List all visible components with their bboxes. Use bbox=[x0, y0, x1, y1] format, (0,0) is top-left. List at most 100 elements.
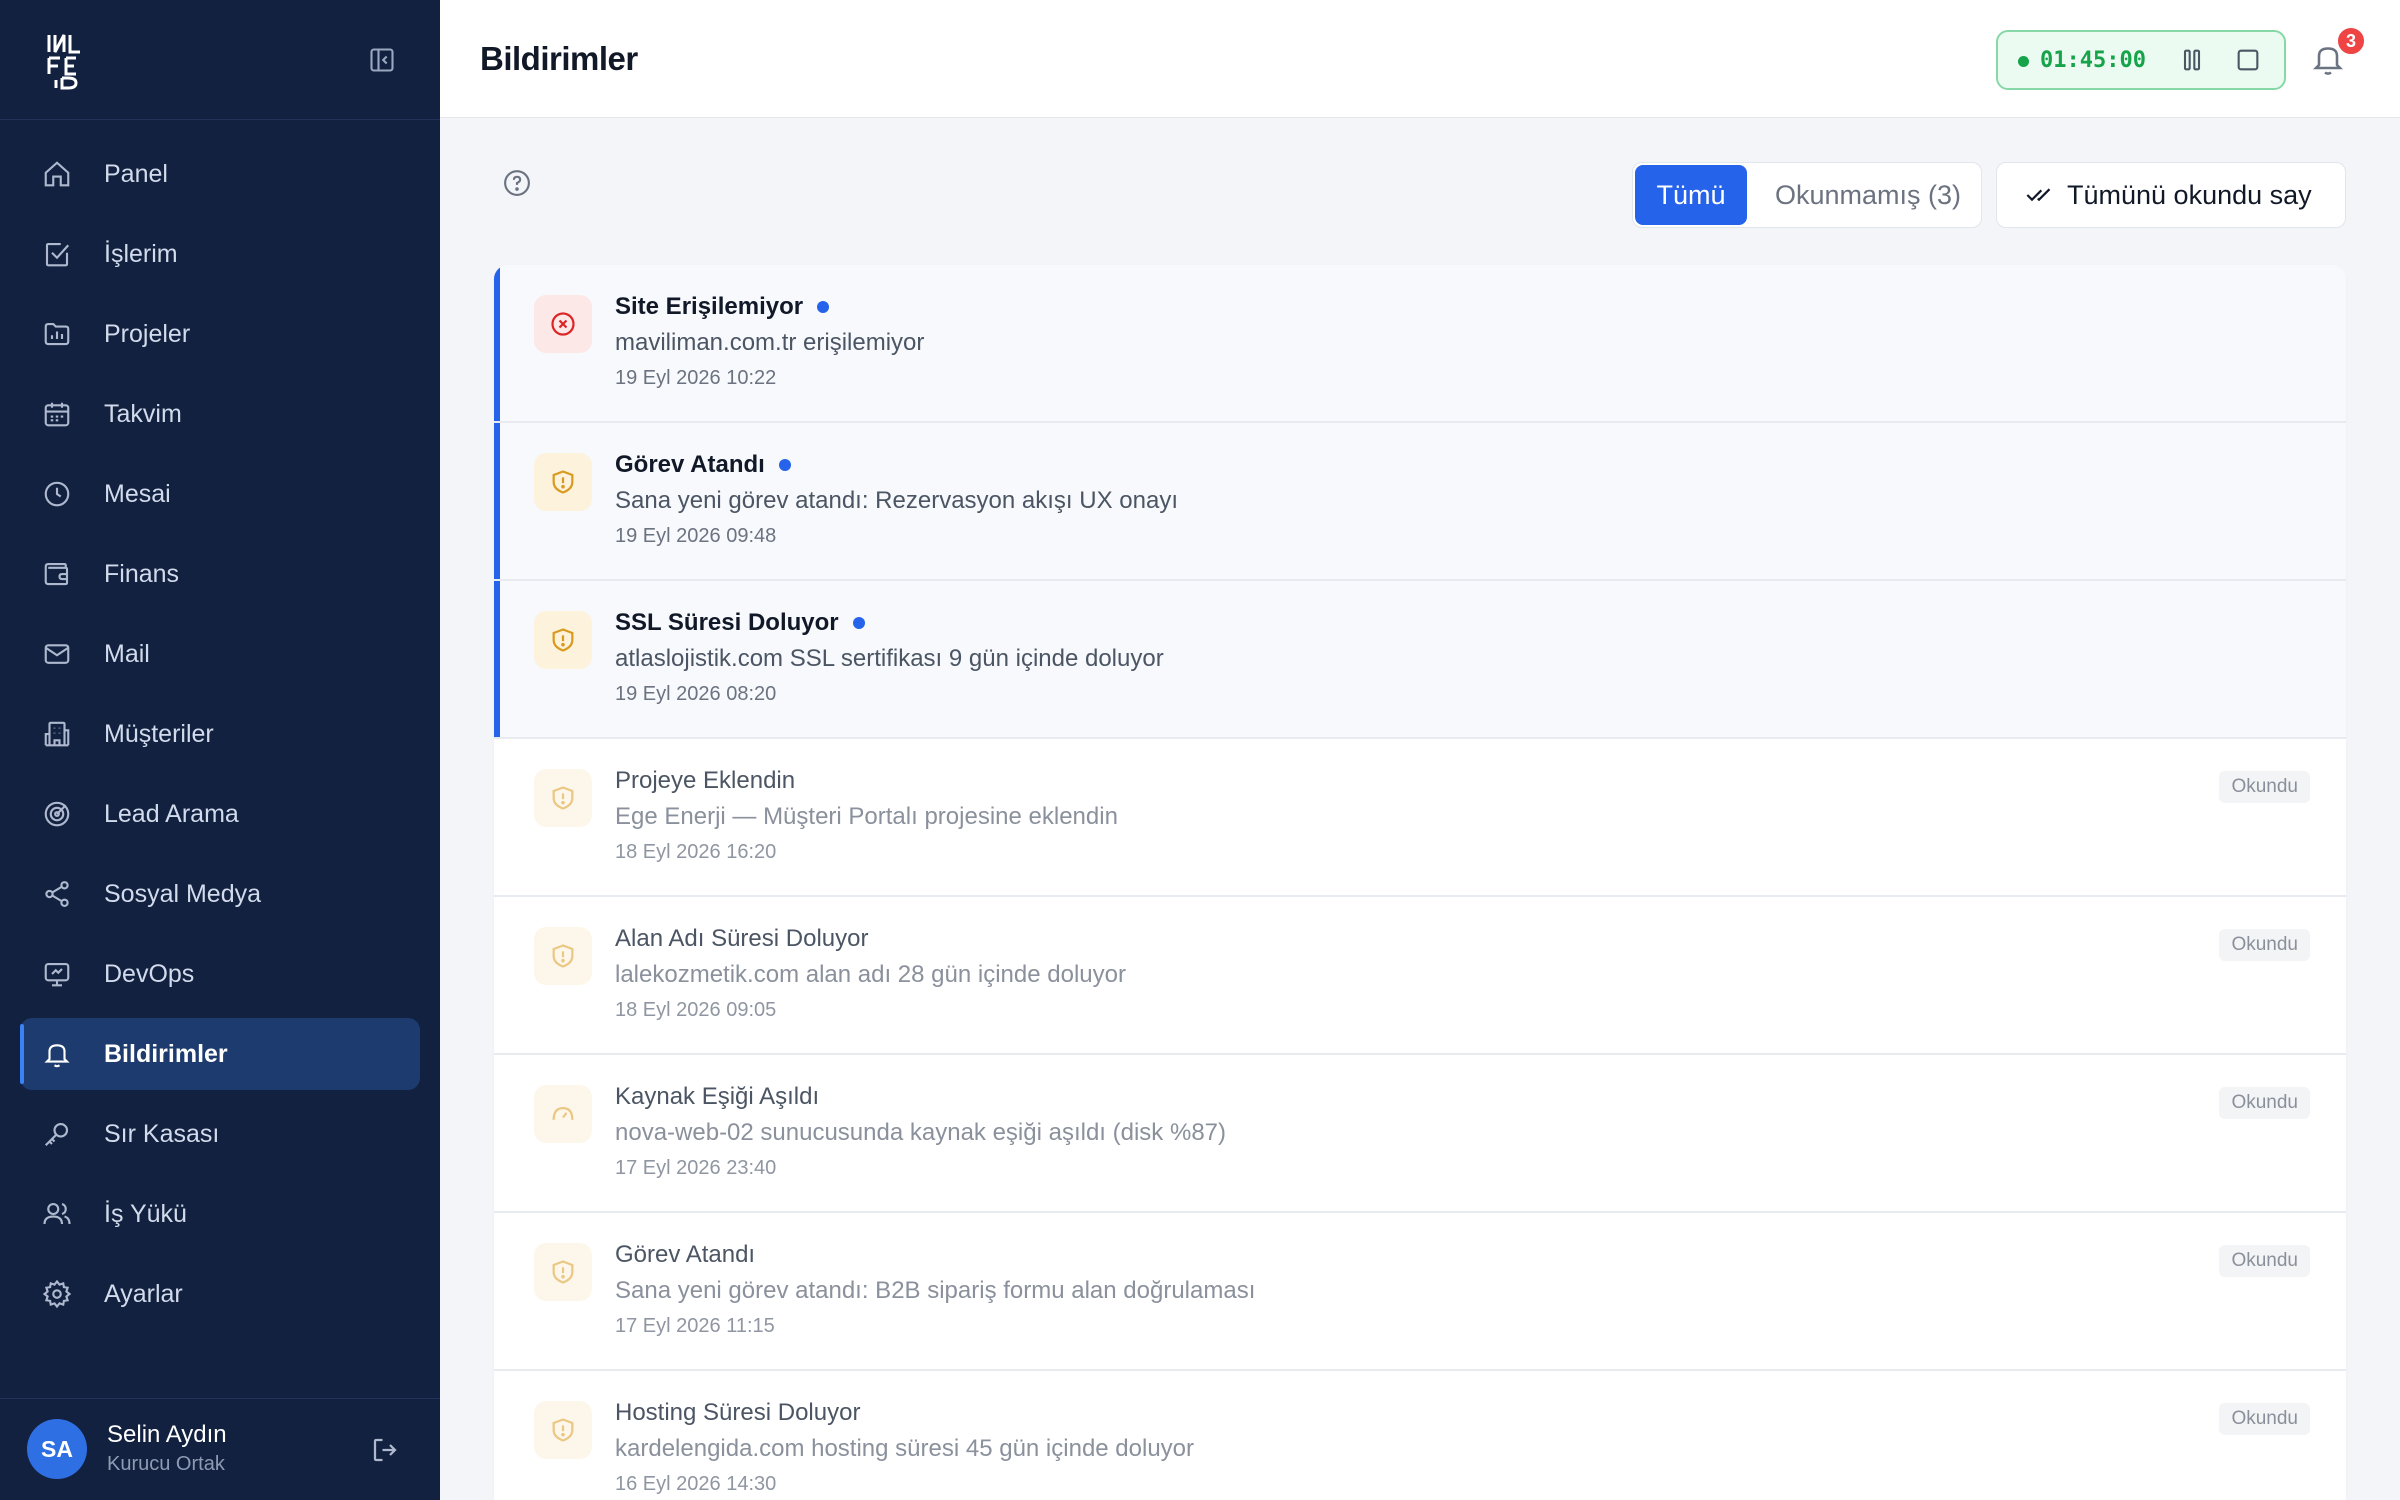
logout-icon[interactable] bbox=[370, 1435, 400, 1465]
timer-value: 01:45:00 bbox=[2040, 48, 2146, 73]
notification-time: 17 Eyl 2026 23:40 bbox=[615, 1157, 777, 1179]
sidebar-item-panel[interactable]: Panel bbox=[20, 138, 420, 210]
notification-time: 19 Eyl 2026 08:20 bbox=[615, 683, 777, 705]
x-circle-icon bbox=[534, 295, 592, 353]
gauge-icon bbox=[534, 1085, 592, 1143]
sidebar-item-projeler[interactable]: Projeler bbox=[20, 298, 420, 370]
unread-dot bbox=[852, 617, 865, 629]
sidebar-item-label: Lead Arama bbox=[104, 799, 239, 828]
notification-item[interactable]: Görev Atandı Sana yeni görev atandı: Rez… bbox=[494, 423, 2346, 581]
notification-item[interactable]: Site Erişilemiyor maviliman.com.tr erişi… bbox=[494, 265, 2346, 423]
sidebar-collapse-icon[interactable] bbox=[368, 46, 396, 74]
sidebar-item-mail[interactable]: Mail bbox=[20, 618, 420, 690]
notification-message: maviliman.com.tr erişilemiyor bbox=[615, 329, 925, 356]
notification-title: Alan Adı Süresi Doluyor bbox=[615, 925, 869, 952]
notification-item[interactable]: Kaynak Eşiği Aşıldı nova-web-02 sunucusu… bbox=[494, 1055, 2346, 1213]
sidebar: Panel İşlerim Projeler Takvim Mesai Fina… bbox=[0, 0, 440, 1500]
sidebar-item-label: Finans bbox=[104, 559, 180, 588]
notification-item[interactable]: Alan Adı Süresi Doluyor lalekozmetik.com… bbox=[494, 897, 2346, 1055]
mail-icon bbox=[40, 637, 74, 671]
filter-unread-button[interactable]: Okunmamış (3) bbox=[1763, 165, 1973, 225]
notification-time: 17 Eyl 2026 11:15 bbox=[615, 1315, 775, 1337]
sidebar-item-islerim[interactable]: İşlerim bbox=[20, 218, 420, 290]
user-name: Selin Aydın bbox=[107, 1421, 227, 1448]
gear-icon bbox=[40, 1277, 74, 1311]
notification-title: Site Erişilemiyor bbox=[615, 293, 804, 320]
shield-alert-icon bbox=[534, 927, 592, 985]
page-title: Bildirimler bbox=[480, 40, 638, 77]
notification-message: Sana yeni görev atandı: Rezervasyon akış… bbox=[615, 487, 1178, 514]
bell-icon bbox=[40, 1037, 74, 1071]
notification-title: Kaynak Eşiği Aşıldı bbox=[615, 1083, 820, 1110]
shield-alert-icon bbox=[534, 453, 592, 511]
notification-item[interactable]: SSL Süresi Doluyor atlaslojistik.com SSL… bbox=[494, 581, 2346, 739]
sidebar-item-label: Sosyal Medya bbox=[104, 879, 262, 908]
users-icon bbox=[40, 1197, 74, 1231]
notification-title-row: SSL Süresi Doluyor bbox=[615, 609, 865, 637]
sidebar-item-label: İşlerim bbox=[104, 239, 178, 268]
mark-all-read-label: Tümünü okundu say bbox=[2067, 179, 2312, 210]
notification-message: atlaslojistik.com SSL sertifikası 9 gün … bbox=[615, 645, 1164, 672]
sidebar-item-label: Takvim bbox=[104, 399, 182, 428]
notification-title: Görev Atandı bbox=[615, 1241, 756, 1268]
filter-all-button[interactable]: Tümü bbox=[1635, 165, 1747, 225]
notification-title: Projeye Eklendin bbox=[615, 767, 796, 794]
building-icon bbox=[40, 717, 74, 751]
sidebar-item-label: Müşteriler bbox=[104, 719, 214, 748]
notification-item[interactable]: Projeye Eklendin Ege Enerji — Müşteri Po… bbox=[494, 739, 2346, 897]
sidebar-item-mesai[interactable]: Mesai bbox=[20, 458, 420, 530]
notification-message: nova-web-02 sunucusunda kaynak eşiği aşı… bbox=[615, 1119, 1227, 1146]
notification-time: 18 Eyl 2026 16:20 bbox=[615, 841, 777, 863]
unread-dot bbox=[778, 459, 791, 471]
read-badge: Okundu bbox=[2219, 1087, 2310, 1119]
notification-message: kardelengida.com hosting süresi 45 gün i… bbox=[615, 1435, 1195, 1462]
help-icon[interactable] bbox=[502, 168, 532, 198]
logo-icon[interactable] bbox=[46, 32, 88, 90]
notification-list: Site Erişilemiyor maviliman.com.tr erişi… bbox=[494, 265, 2346, 1500]
sidebar-item-musteriler[interactable]: Müşteriler bbox=[20, 698, 420, 770]
notification-title: SSL Süresi Doluyor bbox=[615, 609, 839, 636]
sidebar-item-label: DevOps bbox=[104, 959, 195, 988]
checkbox-icon bbox=[40, 237, 74, 271]
sidebar-item-sir-kasasi[interactable]: Sır Kasası bbox=[20, 1098, 420, 1170]
mark-all-read-button[interactable]: Tümünü okundu say bbox=[1996, 162, 2346, 228]
shield-alert-icon bbox=[534, 769, 592, 827]
pause-icon[interactable] bbox=[2178, 46, 2206, 74]
notification-message: Ege Enerji — Müşteri Portalı projesine e… bbox=[615, 803, 1118, 830]
read-badge: Okundu bbox=[2219, 771, 2310, 803]
sidebar-item-lead-arama[interactable]: Lead Arama bbox=[20, 778, 420, 850]
sidebar-item-ayarlar[interactable]: Ayarlar bbox=[20, 1258, 420, 1330]
user-profile[interactable]: SA Selin Aydın Kurucu Ortak bbox=[0, 1398, 440, 1500]
clock-icon bbox=[40, 477, 74, 511]
notification-item[interactable]: Hosting Süresi Doluyor kardelengida.com … bbox=[494, 1371, 2346, 1500]
double-check-icon bbox=[2026, 188, 2051, 202]
key-icon bbox=[40, 1117, 74, 1151]
stop-icon[interactable] bbox=[2234, 46, 2262, 74]
sidebar-item-devops[interactable]: DevOps bbox=[20, 938, 420, 1010]
sidebar-item-label: Mesai bbox=[104, 479, 171, 508]
wallet-icon bbox=[40, 557, 74, 591]
sidebar-item-sosyal-medya[interactable]: Sosyal Medya bbox=[20, 858, 420, 930]
time-tracker: 01:45:00 bbox=[1996, 30, 2286, 90]
sidebar-item-label: Panel bbox=[104, 159, 168, 188]
notification-title: Hosting Süresi Doluyor bbox=[615, 1399, 861, 1426]
notification-item[interactable]: Görev Atandı Sana yeni görev atandı: B2B… bbox=[494, 1213, 2346, 1371]
notification-time: 18 Eyl 2026 09:05 bbox=[615, 999, 777, 1021]
read-badge: Okundu bbox=[2219, 929, 2310, 961]
folder-chart-icon bbox=[40, 317, 74, 351]
share-icon bbox=[40, 877, 74, 911]
calendar-icon bbox=[40, 397, 74, 431]
target-icon bbox=[40, 797, 74, 831]
sidebar-item-is-yuku[interactable]: İş Yükü bbox=[20, 1178, 420, 1250]
sidebar-item-label: Ayarlar bbox=[104, 1279, 183, 1308]
notification-message: lalekozmetik.com alan adı 28 gün içinde … bbox=[615, 961, 1126, 988]
sidebar-item-label: Sır Kasası bbox=[104, 1119, 220, 1148]
recording-dot bbox=[2018, 56, 2029, 67]
notification-time: 19 Eyl 2026 10:22 bbox=[615, 367, 777, 389]
sidebar-item-label: İş Yükü bbox=[104, 1199, 187, 1228]
sidebar-item-takvim[interactable]: Takvim bbox=[20, 378, 420, 450]
sidebar-item-label: Mail bbox=[104, 639, 150, 668]
sidebar-header bbox=[0, 0, 440, 120]
sidebar-item-bildirimler[interactable]: Bildirimler bbox=[20, 1018, 420, 1090]
sidebar-item-finans[interactable]: Finans bbox=[20, 538, 420, 610]
